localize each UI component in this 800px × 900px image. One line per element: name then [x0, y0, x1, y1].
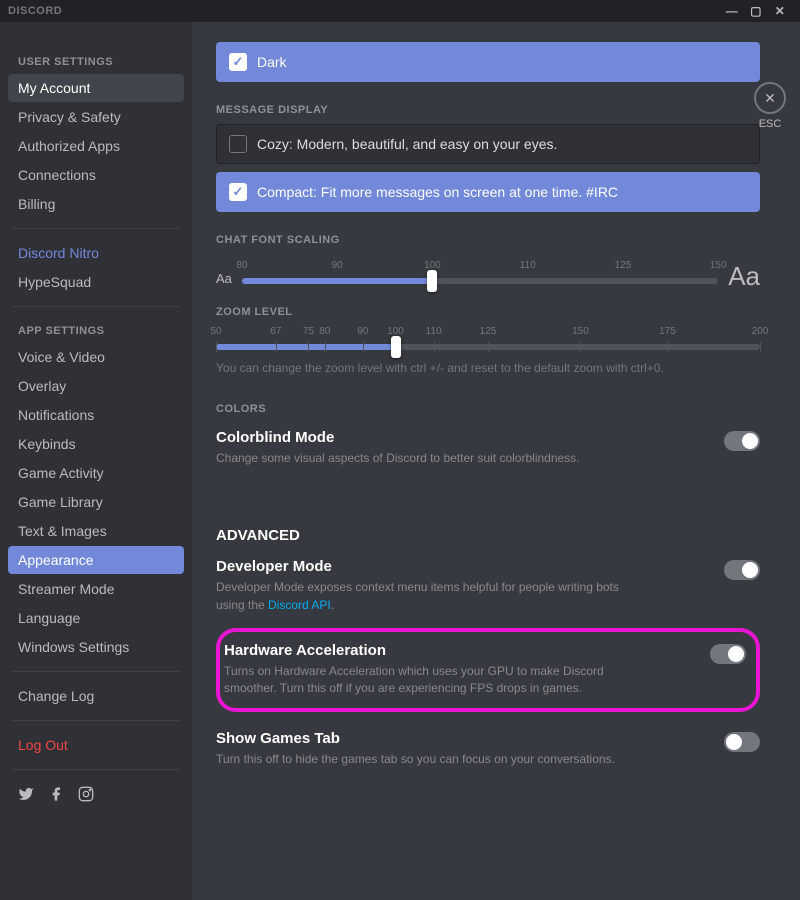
twitter-icon[interactable]	[18, 786, 34, 807]
slider-ticks: 80 90 100 110 125 150	[242, 260, 718, 274]
app-brand: DISCORD	[8, 5, 62, 17]
sidebar-header-user: USER SETTINGS	[18, 56, 184, 68]
maximize-button[interactable]: ▢	[744, 4, 768, 18]
sidebar-item-voice[interactable]: Voice & Video	[8, 343, 184, 371]
sidebar-item-game-library[interactable]: Game Library	[8, 488, 184, 516]
colorblind-desc: Change some visual aspects of Discord to…	[216, 450, 580, 467]
chat-font-slider[interactable]: 80 90 100 110 125 150	[242, 260, 718, 284]
sidebar-item-nitro[interactable]: Discord Nitro	[8, 239, 184, 267]
slider-ticks: 50 67 75 80 90 100 110 125 150 175 200	[216, 326, 760, 340]
sidebar-item-language[interactable]: Language	[8, 604, 184, 632]
divider	[12, 228, 180, 229]
divider	[12, 306, 180, 307]
hwaccel-toggle[interactable]	[710, 644, 746, 664]
sidebar-item-logout[interactable]: Log Out	[8, 731, 184, 759]
colorblind-setting: Colorblind Mode Change some visual aspec…	[216, 429, 760, 467]
discord-api-link[interactable]: Discord API	[268, 598, 331, 612]
hardware-accel-setting: Hardware Acceleration Turns on Hardware …	[224, 642, 746, 698]
theme-dark-option[interactable]: ✓ Dark	[216, 42, 760, 82]
zoom-slider[interactable]: 50 67 75 80 90 100 110 125 150 175 200	[216, 326, 760, 350]
facebook-icon[interactable]	[48, 786, 64, 807]
checkbox-checked-icon: ✓	[229, 183, 247, 201]
titlebar: DISCORD — ▢ ✕	[0, 0, 800, 22]
font-sample-small: Aa	[216, 271, 232, 286]
social-row	[8, 780, 184, 813]
theme-dark-label: Dark	[257, 54, 287, 70]
sidebar-item-game-activity[interactable]: Game Activity	[8, 459, 184, 487]
divider	[12, 671, 180, 672]
sidebar-item-streamer[interactable]: Streamer Mode	[8, 575, 184, 603]
hwaccel-label: Hardware Acceleration	[224, 642, 654, 659]
sidebar-item-overlay[interactable]: Overlay	[8, 372, 184, 400]
chat-font-header: CHAT FONT SCALING	[216, 234, 760, 246]
sidebar-item-my-account[interactable]: My Account	[8, 74, 184, 102]
gamestab-label: Show Games Tab	[216, 730, 615, 747]
message-display-header: MESSAGE DISPLAY	[216, 104, 760, 116]
sidebar-item-billing[interactable]: Billing	[8, 190, 184, 218]
games-tab-setting: Show Games Tab Turn this off to hide the…	[216, 730, 760, 768]
sidebar: USER SETTINGS My Account Privacy & Safet…	[0, 22, 192, 900]
zoom-help: You can change the zoom level with ctrl …	[216, 360, 760, 377]
settings-content: ✕ ESC ✓ Dark MESSAGE DISPLAY Cozy: Moder…	[192, 22, 800, 900]
divider	[12, 769, 180, 770]
sidebar-header-app: APP SETTINGS	[18, 325, 184, 337]
sidebar-item-authorized-apps[interactable]: Authorized Apps	[8, 132, 184, 160]
compact-option[interactable]: ✓ Compact: Fit more messages on screen a…	[216, 172, 760, 212]
slider-handle[interactable]	[391, 336, 401, 358]
checkbox-empty-icon	[229, 135, 247, 153]
devmode-toggle[interactable]	[724, 560, 760, 580]
esc-label: ESC	[754, 118, 786, 130]
sidebar-item-windows[interactable]: Windows Settings	[8, 633, 184, 661]
divider	[12, 720, 180, 721]
sidebar-item-hypesquad[interactable]: HypeSquad	[8, 268, 184, 296]
sidebar-item-connections[interactable]: Connections	[8, 161, 184, 189]
sidebar-item-appearance[interactable]: Appearance	[8, 546, 184, 574]
highlighted-section: Hardware Acceleration Turns on Hardware …	[216, 628, 760, 712]
hwaccel-desc: Turns on Hardware Acceleration which use…	[224, 663, 654, 698]
sidebar-item-text-images[interactable]: Text & Images	[8, 517, 184, 545]
minimize-button[interactable]: —	[720, 4, 744, 18]
devmode-desc: Developer Mode exposes context menu item…	[216, 579, 646, 614]
close-settings-button[interactable]: ✕ ESC	[754, 82, 786, 130]
close-button[interactable]: ✕	[768, 4, 792, 18]
cozy-option[interactable]: Cozy: Modern, beautiful, and easy on you…	[216, 124, 760, 164]
slider-handle[interactable]	[427, 270, 437, 292]
sidebar-item-changelog[interactable]: Change Log	[8, 682, 184, 710]
close-icon: ✕	[754, 82, 786, 114]
compact-label: Compact: Fit more messages on screen at …	[257, 184, 618, 200]
sidebar-item-privacy[interactable]: Privacy & Safety	[8, 103, 184, 131]
sidebar-item-notifications[interactable]: Notifications	[8, 401, 184, 429]
colors-header: COLORS	[216, 403, 760, 415]
instagram-icon[interactable]	[78, 786, 94, 807]
gamestab-toggle[interactable]	[724, 732, 760, 752]
zoom-header: ZOOM LEVEL	[216, 306, 760, 318]
colorblind-label: Colorblind Mode	[216, 429, 580, 446]
advanced-header: ADVANCED	[216, 527, 760, 544]
gamestab-desc: Turn this off to hide the games tab so y…	[216, 751, 615, 768]
devmode-label: Developer Mode	[216, 558, 646, 575]
font-sample-large: Aa	[728, 261, 760, 292]
checkbox-checked-icon: ✓	[229, 53, 247, 71]
developer-mode-setting: Developer Mode Developer Mode exposes co…	[216, 558, 760, 614]
colorblind-toggle[interactable]	[724, 431, 760, 451]
cozy-label: Cozy: Modern, beautiful, and easy on you…	[257, 136, 557, 152]
sidebar-item-keybinds[interactable]: Keybinds	[8, 430, 184, 458]
